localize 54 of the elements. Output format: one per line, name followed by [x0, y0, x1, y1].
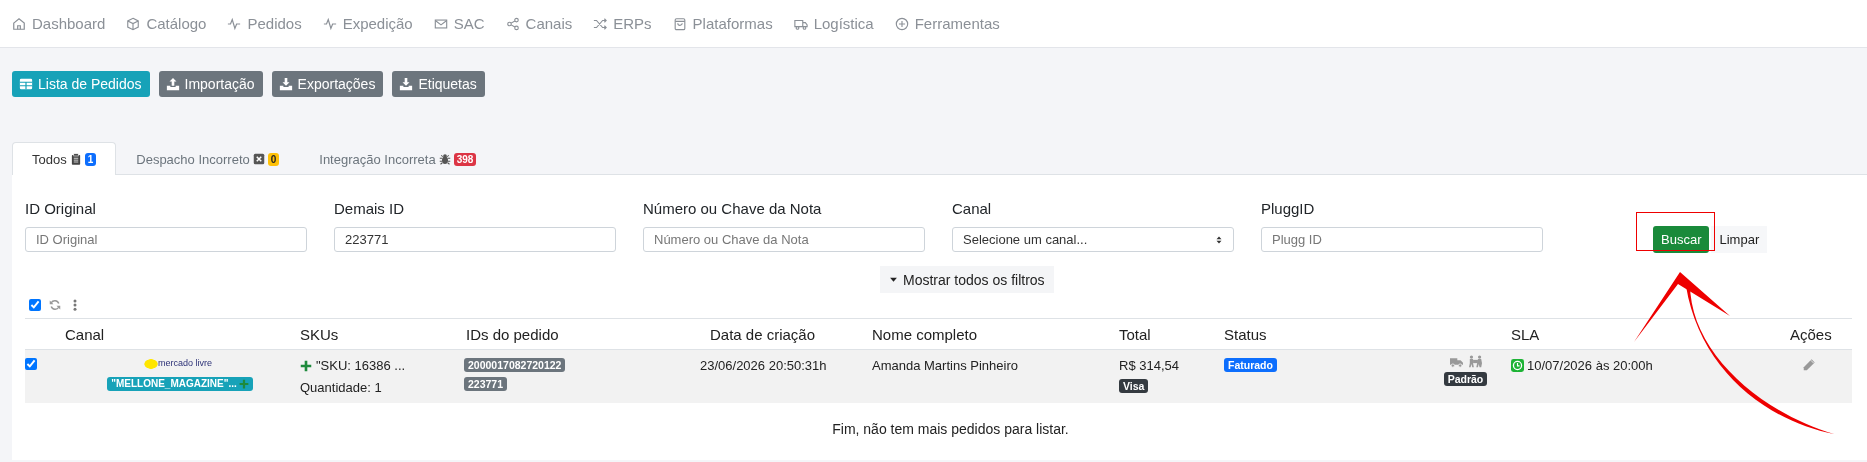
- clear-button[interactable]: Limpar: [1711, 226, 1768, 253]
- input-field[interactable]: ID Original: [25, 227, 307, 252]
- input-field[interactable]: Plugg ID: [1261, 227, 1543, 252]
- input-field[interactable]: 223771: [334, 227, 616, 252]
- toolbar-button[interactable]: Importação: [158, 71, 263, 97]
- order-id-badge: 2000017082720122: [464, 358, 566, 372]
- count-badge: 398: [453, 152, 477, 166]
- column-header: Nome completo: [872, 325, 979, 343]
- column-header: Status: [1224, 325, 1268, 343]
- column-header: Canal: [64, 325, 106, 343]
- quantity-text: Quantidade: 1: [300, 380, 383, 395]
- column-header: Ações: [1789, 325, 1833, 343]
- count-badge: 0: [267, 152, 280, 166]
- nav-link[interactable]: Logística: [793, 15, 874, 32]
- field-label: ID Original: [25, 200, 97, 218]
- nav-link[interactable]: SAC: [433, 15, 485, 32]
- count-badge: 1: [84, 152, 97, 166]
- sku-text: "SKU: 16386 ...: [316, 358, 406, 373]
- toolbar-button[interactable]: Etiquetas: [392, 71, 485, 97]
- end-of-list-message: Fim, não tem mais pedidos para listar.: [831, 421, 1070, 437]
- nav-link[interactable]: Dashboard: [12, 15, 106, 32]
- customer-name: Amanda Martins Pinheiro: [872, 358, 1019, 373]
- toolbar-button[interactable]: Exportações: [271, 71, 384, 97]
- select-field[interactable]: Selecione um canal...: [952, 227, 1234, 252]
- tab[interactable]: Todos 1: [12, 142, 117, 175]
- sla-date: 10/07/2026 às 20:00h: [1527, 358, 1653, 373]
- created-date: 23/06/2026 20:50:31h: [700, 358, 828, 373]
- column-header: Total: [1119, 325, 1152, 343]
- field-label: PluggID: [1261, 200, 1316, 218]
- column-header: IDs do pedido: [465, 325, 560, 343]
- nav-link[interactable]: Catálogo: [126, 15, 207, 32]
- channel-tag-text: "MELLONE_MAGAZINE"...: [111, 378, 237, 390]
- toolbar-button[interactable]: Lista de Pedidos: [12, 71, 150, 97]
- select-value: Selecione um canal...: [963, 232, 1088, 247]
- nav-link[interactable]: Canais: [505, 15, 573, 32]
- nav-link[interactable]: Ferramentas: [894, 15, 1000, 32]
- nav-link[interactable]: ERPs: [593, 15, 652, 32]
- show-filters-button[interactable]: Mostrar todos os filtros: [880, 266, 1054, 293]
- search-button[interactable]: Buscar: [1653, 226, 1710, 253]
- field-label: Demais ID: [334, 200, 405, 218]
- nav-link[interactable]: Pedidos: [227, 15, 302, 32]
- input-field[interactable]: Número ou Chave da Nota: [643, 227, 925, 252]
- payment-badge: Visa: [1119, 379, 1149, 393]
- nav-link[interactable]: Plataformas: [672, 15, 773, 32]
- order-id-badge: 223771: [464, 377, 508, 391]
- order-total: R$ 314,54: [1119, 358, 1180, 373]
- field-label: Número ou Chave da Nota: [643, 200, 823, 218]
- column-header: SLA: [1511, 325, 1541, 343]
- shipping-badge: Padrão: [1443, 372, 1488, 386]
- column-header: SKUs: [300, 325, 340, 343]
- field-label: Canal: [952, 200, 993, 218]
- status-badge: Faturado: [1224, 358, 1277, 372]
- nav-link[interactable]: Expedição: [322, 15, 413, 32]
- column-header: Data de criação: [709, 325, 817, 343]
